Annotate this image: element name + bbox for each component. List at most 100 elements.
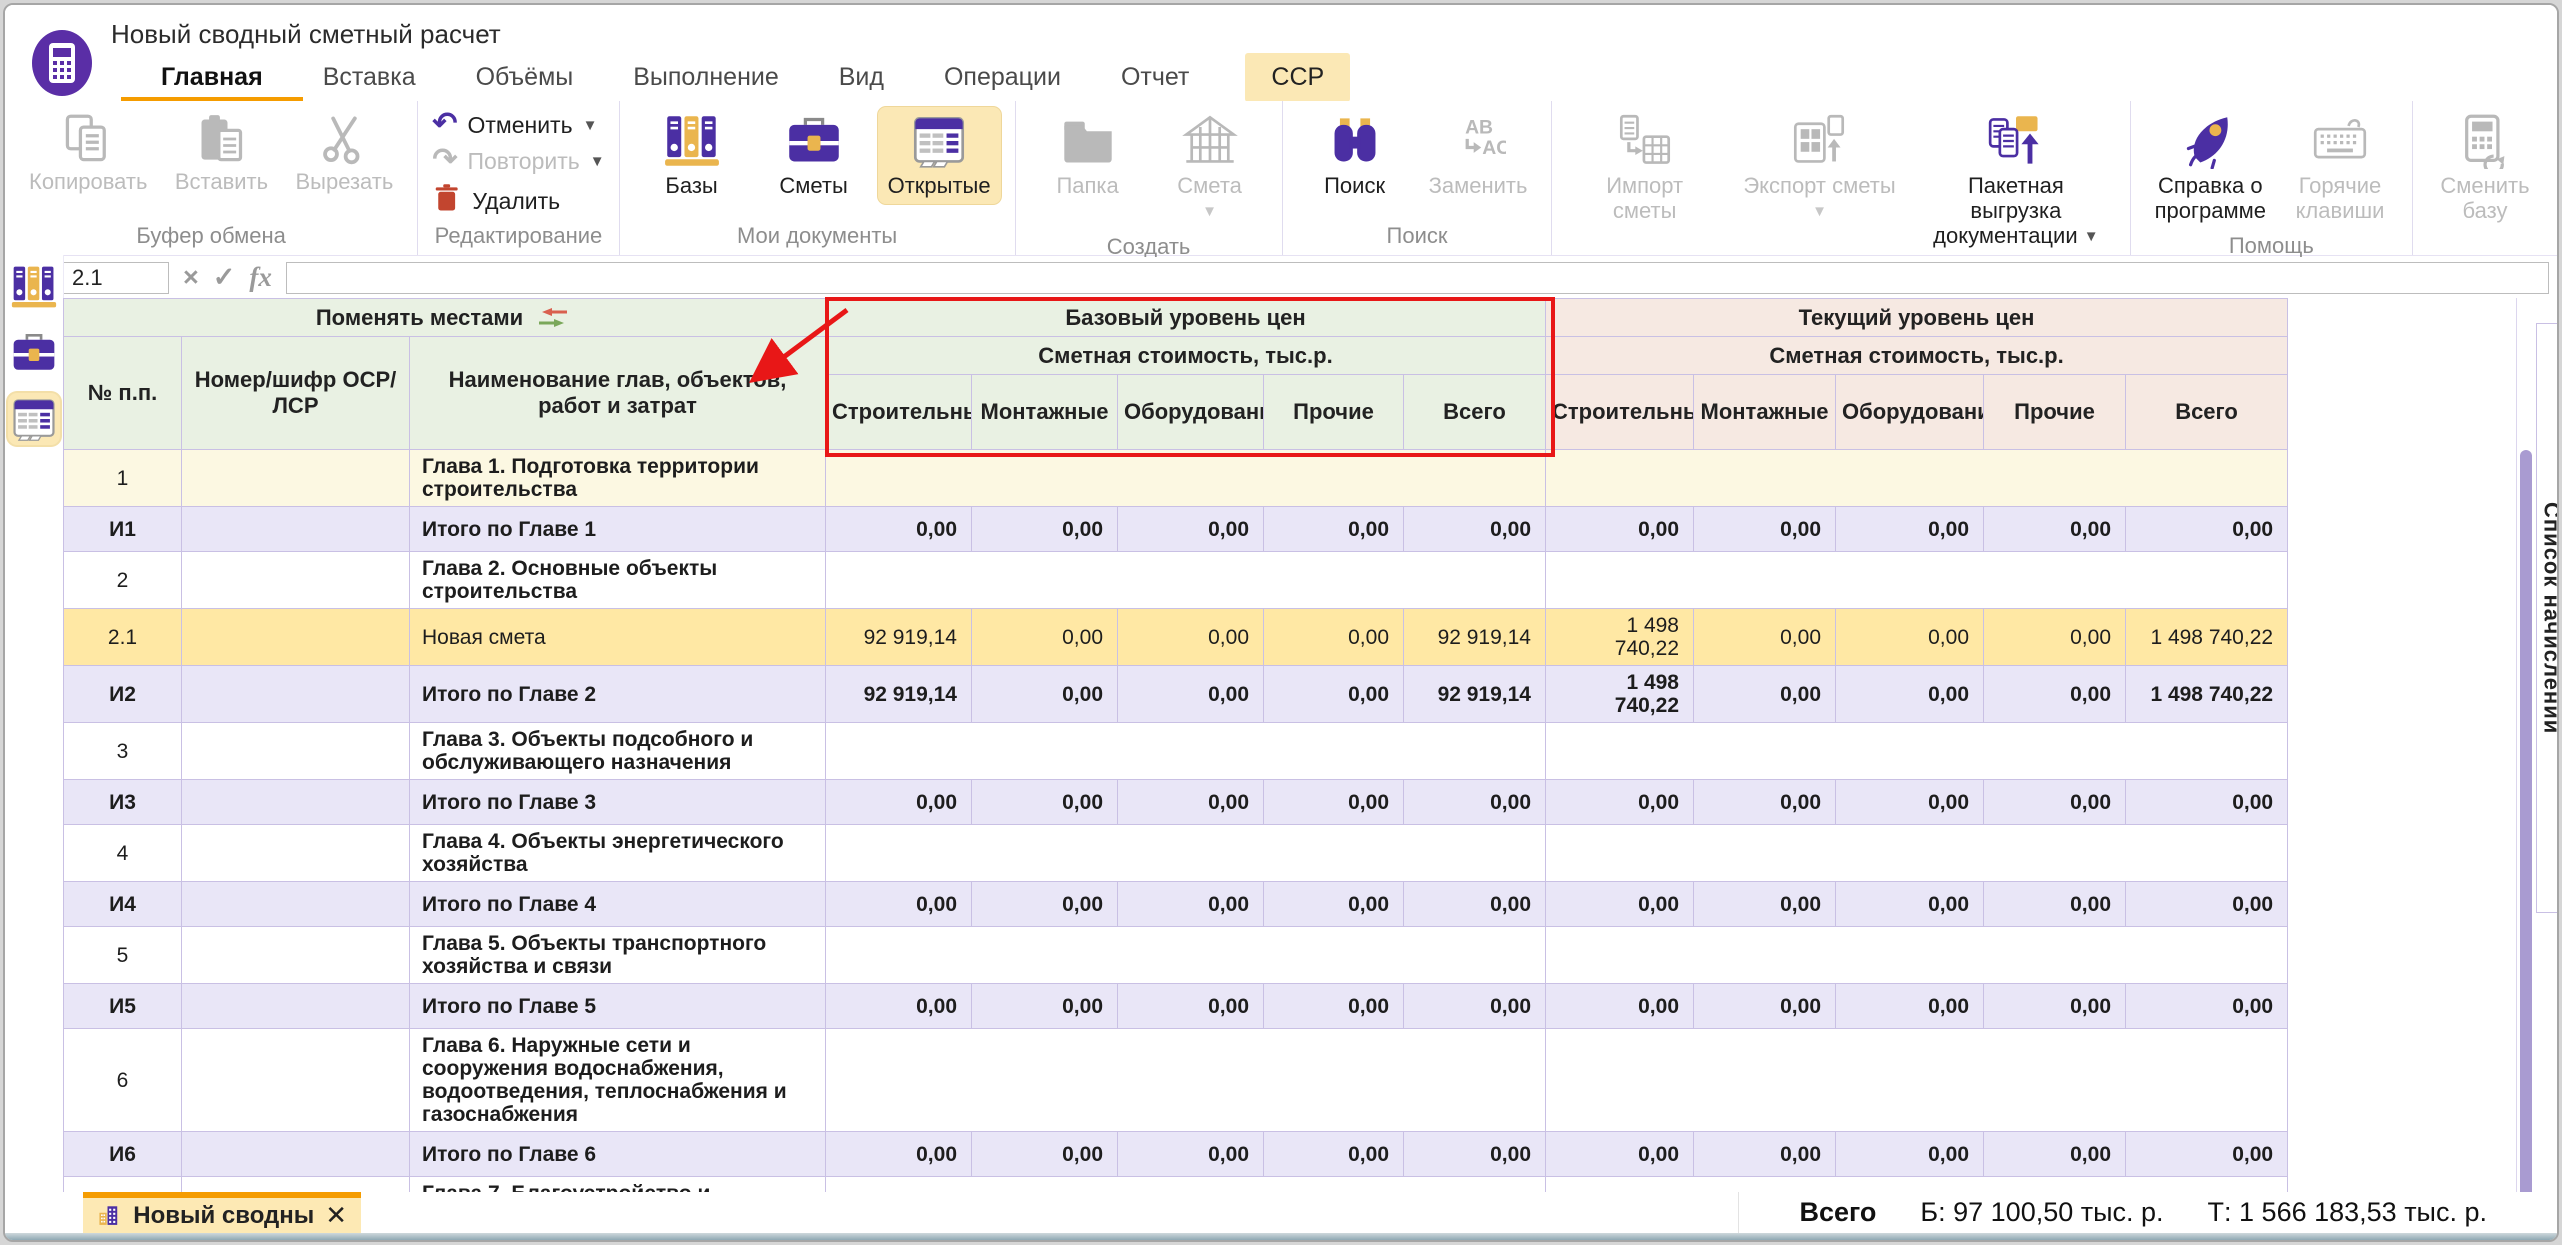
cell-base-2[interactable]: 0,00: [1118, 984, 1264, 1029]
cell-base-0[interactable]: 92 919,14: [826, 666, 972, 723]
row-code[interactable]: [182, 723, 410, 780]
row-code[interactable]: [182, 450, 410, 507]
open-doc-button[interactable]: Открытые: [878, 107, 1001, 204]
fx-icon[interactable]: fx: [249, 262, 272, 293]
swap-columns-header[interactable]: Поменять местами: [64, 299, 826, 337]
row-name[interactable]: Глава 2. Основные объекты строительства: [410, 552, 826, 609]
cell-base-4[interactable]: 0,00: [1404, 882, 1546, 927]
row-num[interactable]: И5: [64, 984, 182, 1029]
cell-current-2[interactable]: 0,00: [1836, 984, 1984, 1029]
row-code[interactable]: [182, 507, 410, 552]
cell-base-4[interactable]: 92 919,14: [1404, 666, 1546, 723]
table-row-И1[interactable]: И1Итого по Главе 10,000,000,000,000,000,…: [64, 507, 2288, 552]
table-row-6[interactable]: 6 Глава 6. Наружные сети и сооружения вод…: [64, 1029, 2288, 1132]
cell-base-0[interactable]: 92 919,14: [826, 609, 972, 666]
cell-current-2[interactable]: 0,00: [1836, 666, 1984, 723]
row-code[interactable]: [182, 927, 410, 984]
cell-base-1[interactable]: 0,00: [972, 780, 1118, 825]
cell-base-1[interactable]: 0,00: [972, 984, 1118, 1029]
row-current-empty[interactable]: [1546, 825, 2288, 882]
row-name[interactable]: Итого по Главе 5: [410, 984, 826, 1029]
cell-base-0[interactable]: 0,00: [826, 984, 972, 1029]
sidebar-estimates-button[interactable]: [8, 327, 60, 379]
cell-current-2[interactable]: 0,00: [1836, 882, 1984, 927]
table-row-И2[interactable]: И2Итого по Главе 292 919,140,000,000,009…: [64, 666, 2288, 723]
cell-base-1[interactable]: 0,00: [972, 507, 1118, 552]
sidebar-bases-button[interactable]: [8, 261, 60, 313]
cell-current-1[interactable]: 0,00: [1694, 666, 1836, 723]
cell-current-4[interactable]: 1 498 740,22: [2126, 609, 2288, 666]
row-name[interactable]: Глава 6. Наружные сети и сооружения водо…: [410, 1029, 826, 1132]
column-header-current-installation[interactable]: Монтажные: [1694, 375, 1836, 450]
cell-base-3[interactable]: 0,00: [1264, 666, 1404, 723]
cell-current-1[interactable]: 0,00: [1694, 1132, 1836, 1177]
cell-current-0[interactable]: 1 498 740,22: [1546, 666, 1694, 723]
tab-операции[interactable]: Операции: [940, 53, 1065, 102]
cell-base-4[interactable]: 0,00: [1404, 984, 1546, 1029]
cell-base-1[interactable]: 0,00: [972, 609, 1118, 666]
tab-выполнение[interactable]: Выполнение: [629, 53, 783, 102]
row-code[interactable]: [182, 552, 410, 609]
cell-reference-input[interactable]: [63, 262, 169, 294]
cell-base-0[interactable]: 0,00: [826, 780, 972, 825]
column-header-current-total[interactable]: Всего: [2126, 375, 2288, 450]
row-current-empty[interactable]: [1546, 552, 2288, 609]
cell-current-4[interactable]: 0,00: [2126, 984, 2288, 1029]
row-base-empty[interactable]: [826, 552, 1546, 609]
formula-input[interactable]: [286, 262, 2549, 294]
cell-current-1[interactable]: 0,00: [1694, 780, 1836, 825]
cell-base-3[interactable]: 0,00: [1264, 882, 1404, 927]
column-header-name[interactable]: Наименование глав, объектов, работ и зат…: [410, 337, 826, 450]
cell-current-0[interactable]: 0,00: [1546, 1132, 1694, 1177]
cell-base-3[interactable]: 0,00: [1264, 984, 1404, 1029]
cell-base-1[interactable]: 0,00: [972, 882, 1118, 927]
row-code[interactable]: [182, 882, 410, 927]
cell-current-3[interactable]: 0,00: [1984, 1132, 2126, 1177]
row-code[interactable]: [182, 780, 410, 825]
row-num[interactable]: 3: [64, 723, 182, 780]
cell-current-0[interactable]: 0,00: [1546, 882, 1694, 927]
cell-current-0[interactable]: 0,00: [1546, 507, 1694, 552]
row-name[interactable]: Итого по Главе 6: [410, 1132, 826, 1177]
confirm-icon[interactable]: ✓: [213, 262, 236, 293]
table-row-И5[interactable]: И5Итого по Главе 50,000,000,000,000,000,…: [64, 984, 2288, 1029]
row-code[interactable]: [182, 1132, 410, 1177]
row-current-empty[interactable]: [1546, 1029, 2288, 1132]
table-row-И6[interactable]: И6Итого по Главе 60,000,000,000,000,000,…: [64, 1132, 2288, 1177]
row-code[interactable]: [182, 825, 410, 882]
cell-base-1[interactable]: 0,00: [972, 666, 1118, 723]
cell-current-4[interactable]: 0,00: [2126, 882, 2288, 927]
rocket-button[interactable]: Справка о программе: [2145, 107, 2276, 229]
binoculars-button[interactable]: Поиск: [1297, 107, 1413, 204]
row-current-empty[interactable]: [1546, 723, 2288, 780]
accruals-list-tab[interactable]: Список начислений: [2536, 323, 2559, 913]
cell-current-4[interactable]: 0,00: [2126, 507, 2288, 552]
row-num[interactable]: 2.1: [64, 609, 182, 666]
cell-current-2[interactable]: 0,00: [1836, 1132, 1984, 1177]
row-base-empty[interactable]: [826, 723, 1546, 780]
table-row-4[interactable]: 4Глава 4. Объекты энергетического хозяйс…: [64, 825, 2288, 882]
cell-current-4[interactable]: 0,00: [2126, 780, 2288, 825]
column-header-base-other[interactable]: Прочие: [1264, 375, 1404, 450]
table-row-2[interactable]: 2Глава 2. Основные объекты строительства: [64, 552, 2288, 609]
cell-base-4[interactable]: 0,00: [1404, 1132, 1546, 1177]
cell-current-4[interactable]: 0,00: [2126, 1132, 2288, 1177]
column-header-num[interactable]: № п.п.: [64, 337, 182, 450]
cell-current-0[interactable]: 0,00: [1546, 780, 1694, 825]
column-header-base-total[interactable]: Всего: [1404, 375, 1546, 450]
tab-главная[interactable]: Главная: [157, 53, 267, 102]
row-base-empty[interactable]: [826, 1029, 1546, 1132]
cell-current-1[interactable]: 0,00: [1694, 984, 1836, 1029]
column-header-current-construction[interactable]: Строительные: [1546, 375, 1694, 450]
row-num[interactable]: 6: [64, 1029, 182, 1132]
binders-button[interactable]: Базы: [634, 107, 750, 204]
cell-base-2[interactable]: 0,00: [1118, 666, 1264, 723]
table-row-5[interactable]: 5Глава 5. Объекты транспортного хозяйств…: [64, 927, 2288, 984]
cell-current-1[interactable]: 0,00: [1694, 507, 1836, 552]
row-base-empty[interactable]: [826, 825, 1546, 882]
row-num[interactable]: 5: [64, 927, 182, 984]
cell-current-0[interactable]: 0,00: [1546, 984, 1694, 1029]
cell-base-3[interactable]: 0,00: [1264, 507, 1404, 552]
batch-upload-button[interactable]: Пакетная выгрузка документации ▼: [1916, 107, 2116, 255]
cell-current-1[interactable]: 0,00: [1694, 609, 1836, 666]
